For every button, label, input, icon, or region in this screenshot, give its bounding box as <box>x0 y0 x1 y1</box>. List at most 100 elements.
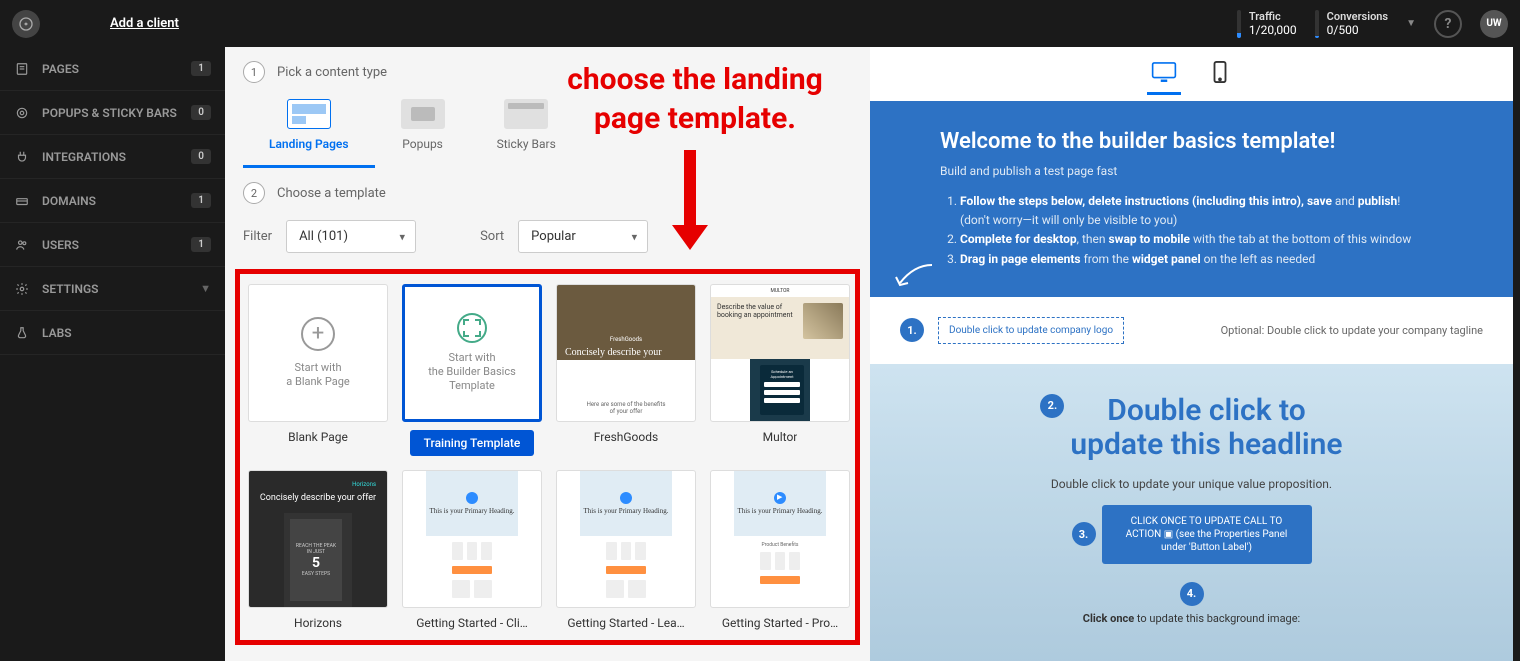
thumb-text: Start withthe Builder BasicsTemplate <box>420 351 524 394</box>
preview-hero: Welcome to the builder basics template! … <box>870 101 1513 297</box>
bg-image-text: to update this background image: <box>1134 612 1300 625</box>
content-type-tabs: Landing Pages Popups Sticky Bars <box>225 89 870 168</box>
sidebar-item-labs[interactable]: LABS <box>0 311 225 355</box>
preview-step-2-badge: 2. <box>1040 394 1064 418</box>
template-blank-page[interactable]: + Start witha Blank Page Blank Page <box>248 284 388 456</box>
pages-icon <box>14 61 30 77</box>
sidebar-badge: 1 <box>191 193 211 208</box>
hero-title: Welcome to the builder basics template! <box>940 129 1443 154</box>
sidebar-badge: 0 <box>191 149 211 164</box>
template-name: Multor <box>763 430 798 444</box>
app-logo[interactable] <box>12 10 40 38</box>
tab-sticky-bars[interactable]: Sticky Bars <box>471 89 582 168</box>
tab-label: Popups <box>402 137 443 151</box>
sort-label: Sort <box>480 229 504 244</box>
sidebar-label: DOMAINS <box>42 194 96 208</box>
sidebar-badge: 0 <box>191 105 211 120</box>
sidebar: PAGES 1 POPUPS & STICKY BARS 0 INTEGRATI… <box>0 47 225 661</box>
popup-icon <box>401 99 445 129</box>
tab-label: Landing Pages <box>269 137 349 151</box>
templates-highlight-box: + Start witha Blank Page Blank Page Star… <box>235 269 860 645</box>
step-number-1: 1 <box>243 61 265 83</box>
help-button[interactable]: ? <box>1434 10 1462 38</box>
sidebar-item-pages[interactable]: PAGES 1 <box>0 47 225 91</box>
template-name: Blank Page <box>288 430 348 444</box>
template-freshgoods[interactable]: FreshGoods Concisely describe your produ… <box>556 284 696 456</box>
conversions-label: Conversions <box>1327 10 1388 23</box>
conversions-value: 0/500 <box>1327 23 1388 37</box>
template-name: Horizons <box>294 616 342 630</box>
sidebar-label: SETTINGS <box>42 282 99 296</box>
plus-icon: + <box>301 317 335 351</box>
sidebar-label: PAGES <box>42 62 79 76</box>
preview-step-1-badge: 1. <box>900 318 924 342</box>
preview-panel: Welcome to the builder basics template! … <box>870 47 1513 661</box>
popups-icon <box>14 105 30 121</box>
sidebar-label: INTEGRATIONS <box>42 150 126 164</box>
desktop-device-tab[interactable] <box>1147 54 1181 95</box>
template-name: Getting Started - Cli… <box>416 616 528 630</box>
sidebar-item-popups[interactable]: POPUPS & STICKY BARS 0 <box>0 91 225 135</box>
traffic-value: 1/20,000 <box>1249 23 1297 37</box>
sidebar-item-domains[interactable]: DOMAINS 1 <box>0 179 225 223</box>
step-number-2: 2 <box>243 182 265 204</box>
user-avatar[interactable]: UW <box>1480 10 1508 38</box>
sidebar-item-integrations[interactable]: INTEGRATIONS 0 <box>0 135 225 179</box>
sidebar-label: USERS <box>42 238 79 252</box>
hero-step-3: Drag in page elements from the widget pa… <box>960 250 1443 269</box>
filter-select[interactable]: All (101) <box>286 220 416 253</box>
template-getting-started-click[interactable]: This is your Primary Heading. Getting St… <box>402 470 542 630</box>
preview-headline[interactable]: Double click toupdate this headline <box>1070 394 1342 463</box>
sidebar-badge: 1 <box>191 237 211 252</box>
preview-cta-button[interactable]: CLICK ONCE TO UPDATE CALL TO ACTION ▣ (s… <box>1102 505 1312 564</box>
stats-dropdown-icon[interactable]: ▼ <box>1406 18 1416 29</box>
hero-step-1: Follow the steps below, delete instructi… <box>960 192 1443 230</box>
domains-icon <box>14 193 30 209</box>
users-icon <box>14 237 30 253</box>
sidebar-badge: 1 <box>191 61 211 76</box>
tagline-text[interactable]: Optional: Double click to update your co… <box>1221 324 1483 337</box>
labs-icon <box>14 325 30 341</box>
preview-sub[interactable]: Double click to update your unique value… <box>1051 477 1332 491</box>
template-name: Getting Started - Lea… <box>567 616 684 630</box>
preview-step-3-badge: 3. <box>1072 522 1096 546</box>
hero-subtitle: Build and publish a test page fast <box>940 164 1443 178</box>
sidebar-item-users[interactable]: USERS 1 <box>0 223 225 267</box>
tab-label: Sticky Bars <box>497 137 556 151</box>
filter-label: Filter <box>243 229 272 244</box>
sort-select[interactable]: Popular <box>518 220 648 253</box>
click-once-bold: Click once <box>1083 612 1134 625</box>
curve-arrow-icon <box>894 263 934 289</box>
device-tabs <box>870 47 1513 101</box>
logo-row: 1. Double click to update company logo O… <box>870 297 1513 364</box>
integrations-icon <box>14 149 30 165</box>
hero-steps-list: Follow the steps below, delete instructi… <box>940 192 1443 269</box>
sidebar-label: LABS <box>42 326 72 340</box>
traffic-stat: Traffic 1/20,000 <box>1237 10 1297 38</box>
filter-row: Filter All (101) Sort Popular <box>225 210 870 263</box>
template-getting-started-product[interactable]: ▶This is your Primary Heading. Product B… <box>710 470 850 630</box>
sidebar-label: POPUPS & STICKY BARS <box>42 106 177 120</box>
logo-placeholder[interactable]: Double click to update company logo <box>938 317 1124 344</box>
chevron-down-icon: ▼ <box>200 282 211 295</box>
add-client-link[interactable]: Add a client <box>110 16 179 31</box>
target-icon <box>457 313 487 343</box>
template-training[interactable]: Start withthe Builder BasicsTemplate Tra… <box>402 284 542 456</box>
landing-page-icon <box>287 99 331 129</box>
template-name: FreshGoods <box>594 430 658 444</box>
top-bar: Add a client Traffic 1/20,000 Conversion… <box>0 0 1520 47</box>
traffic-label: Traffic <box>1249 10 1297 23</box>
template-horizons[interactable]: HorizonsConcisely describe your offer RE… <box>248 470 388 630</box>
template-getting-started-lead[interactable]: This is your Primary Heading. Getting St… <box>556 470 696 630</box>
sidebar-item-settings[interactable]: SETTINGS ▼ <box>0 267 225 311</box>
tab-popups[interactable]: Popups <box>375 89 471 168</box>
step-2-label: Choose a template <box>277 186 386 201</box>
preview-body: 2. Double click toupdate this headline D… <box>870 364 1513 661</box>
template-name: Getting Started - Pro… <box>722 616 838 630</box>
mobile-device-tab[interactable] <box>1203 55 1237 93</box>
template-multor[interactable]: MULTOR Describe the value of booking an … <box>710 284 850 456</box>
conversions-stat: Conversions 0/500 <box>1315 10 1388 38</box>
hero-step-2: Complete for desktop, then swap to mobil… <box>960 230 1443 249</box>
settings-icon <box>14 281 30 297</box>
tab-landing-pages[interactable]: Landing Pages <box>243 89 375 168</box>
